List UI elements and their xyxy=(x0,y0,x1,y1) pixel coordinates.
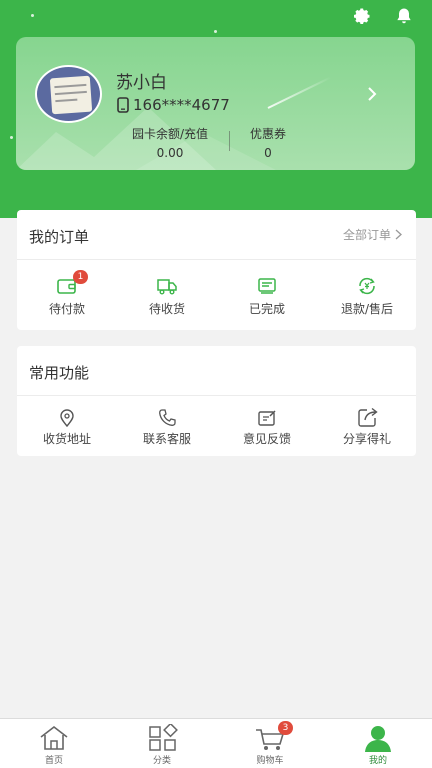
feature-item-label: 收货地址 xyxy=(42,432,91,446)
user-name: 苏小白 xyxy=(116,73,167,93)
edit-icon xyxy=(258,410,276,426)
chevron-right-icon[interactable] xyxy=(367,86,377,102)
location-icon xyxy=(60,409,74,428)
features-header: 常用功能 xyxy=(17,346,416,396)
gear-icon[interactable] xyxy=(352,6,372,26)
feature-item-label: 联系客服 xyxy=(142,432,191,446)
coupon-stat[interactable]: 优惠券 0 xyxy=(238,125,298,160)
features-panel: 常用功能 收货地址 联系客服 意见反馈 分享得礼 xyxy=(17,346,416,456)
decor-dot xyxy=(214,30,217,33)
feature-address[interactable]: 收货地址 xyxy=(17,396,117,456)
order-completed[interactable]: 已完成 xyxy=(217,260,317,330)
order-pending-receipt[interactable]: 待收货 xyxy=(117,260,217,330)
features-row: 收货地址 联系客服 意见反馈 分享得礼 xyxy=(17,396,416,456)
pending-payment-badge: 1 xyxy=(73,270,88,284)
decor-dot xyxy=(10,136,13,139)
order-item-label: 待付款 xyxy=(48,302,85,316)
balance-label: 园卡余额/充值 xyxy=(131,127,209,141)
refund-icon xyxy=(359,277,375,295)
decor-dot xyxy=(31,14,34,17)
tab-home[interactable]: 首页 xyxy=(0,719,108,768)
features-title: 常用功能 xyxy=(29,364,90,382)
user-icon xyxy=(365,726,391,752)
balance-stat[interactable]: 园卡余额/充值 0.00 xyxy=(120,125,220,160)
order-item-label: 已完成 xyxy=(248,302,285,316)
tab-label: 分类 xyxy=(152,756,171,766)
tab-label: 我的 xyxy=(368,756,387,766)
stat-divider xyxy=(229,131,230,151)
tab-category[interactable]: 分类 xyxy=(108,719,216,768)
receipt-icon xyxy=(258,278,276,294)
tab-label: 首页 xyxy=(44,756,63,766)
all-orders-link[interactable]: 全部订单 xyxy=(343,226,402,243)
order-refund[interactable]: 退款/售后 xyxy=(317,260,417,330)
feature-item-label: 意见反馈 xyxy=(242,432,291,446)
feature-support[interactable]: 联系客服 xyxy=(117,396,217,456)
profile-card[interactable]: 苏小白 166****4677 园卡余额/充值 0.00 优惠券 0 xyxy=(16,37,415,170)
truck-icon xyxy=(157,279,177,295)
coupon-value: 0 xyxy=(264,146,272,160)
feature-feedback[interactable]: 意见反馈 xyxy=(217,396,317,456)
coupon-label: 优惠券 xyxy=(249,127,286,141)
orders-header: 我的订单 全部订单 xyxy=(17,210,416,260)
balance-value: 0.00 xyxy=(156,146,184,160)
cart-count-badge: 3 xyxy=(278,721,293,735)
tab-cart[interactable]: 3 购物车 xyxy=(216,719,324,768)
mobile-phone-icon xyxy=(117,97,129,113)
bell-icon[interactable] xyxy=(394,6,414,26)
phone-row: 166****4677 xyxy=(117,96,230,114)
tab-label: 购物车 xyxy=(256,756,284,766)
feature-item-label: 分享得礼 xyxy=(342,432,391,446)
phone-icon xyxy=(159,409,176,426)
order-item-label: 待收货 xyxy=(148,302,185,316)
bottom-tabbar: 首页 分类 3 购物车 我的 xyxy=(0,718,432,768)
avatar[interactable] xyxy=(35,65,102,123)
order-pending-payment[interactable]: 1 待付款 xyxy=(17,260,117,330)
chevron-right-icon xyxy=(395,229,402,240)
order-item-label: 退款/售后 xyxy=(340,302,394,316)
phone-number: 166****4677 xyxy=(133,96,230,114)
all-orders-label: 全部订单 xyxy=(342,228,391,242)
feature-share[interactable]: 分享得礼 xyxy=(317,396,417,456)
orders-title: 我的订单 xyxy=(29,228,90,246)
orders-panel: 我的订单 全部订单 1 待付款 待收货 已完成 退款/售后 xyxy=(17,210,416,330)
category-icon xyxy=(149,724,178,751)
profile-header: 苏小白 166****4677 园卡余额/充值 0.00 优惠券 0 xyxy=(0,0,432,218)
tab-mine[interactable]: 我的 xyxy=(324,719,432,768)
share-icon xyxy=(358,407,378,427)
orders-row: 1 待付款 待收货 已完成 退款/售后 xyxy=(17,260,416,330)
home-icon xyxy=(40,725,68,750)
